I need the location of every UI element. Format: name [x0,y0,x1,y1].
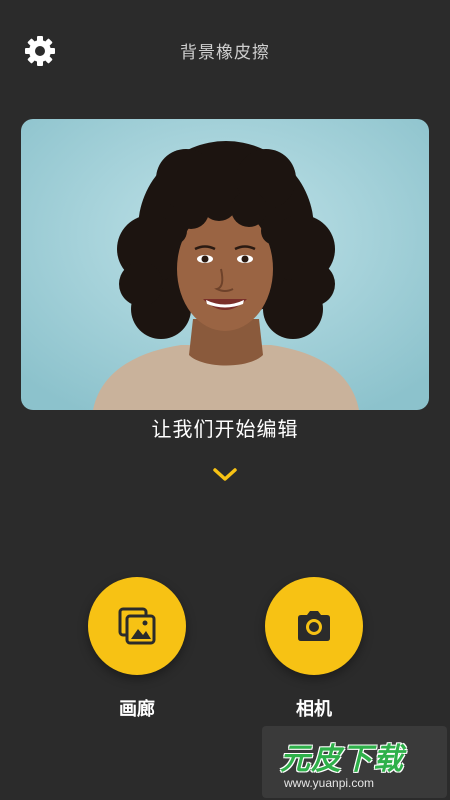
gallery-button[interactable] [88,577,186,675]
camera-icon [298,611,330,641]
gallery-icon [118,607,156,645]
chevron-down-icon[interactable] [211,464,239,484]
watermark-brand: 元皮下载 [280,742,404,777]
top-bar: 背景橡皮擦 [0,0,450,104]
watermark: 元皮下载 www.yuanpi.com [262,726,447,798]
gallery-label: 画廊 [119,699,155,720]
watermark-url: www.yuanpi.com [284,776,375,790]
hero-image [21,119,429,410]
portrait-illustration [21,119,429,410]
start-editing-caption: 让我们开始编辑 [151,417,299,441]
camera-button[interactable] [265,577,363,675]
camera-label: 相机 [296,699,332,720]
app-title: 背景橡皮擦 [180,43,270,63]
